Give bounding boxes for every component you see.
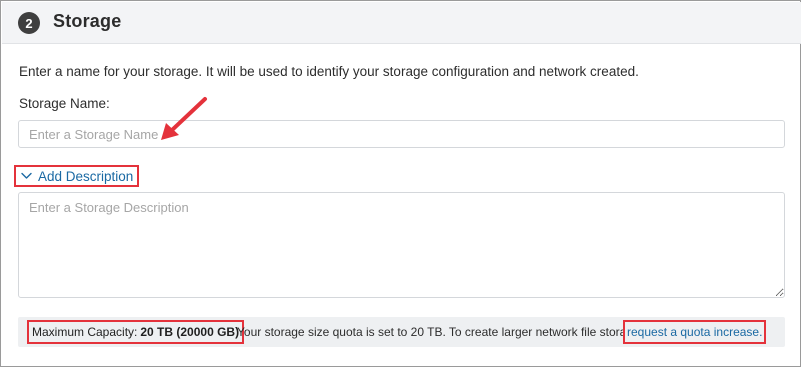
step-number-badge: 2 (18, 12, 40, 34)
storage-panel: 2 Storage Enter a name for your storage.… (0, 0, 801, 367)
quota-link-highlight: request a quota increase . (623, 320, 767, 344)
chevron-down-icon (20, 170, 32, 182)
storage-name-label: Storage Name: (19, 96, 110, 111)
maximum-capacity-value: 20 TB (20000 GB) (140, 325, 240, 339)
add-description-toggle[interactable]: Add Description (14, 165, 140, 187)
storage-description-textarea[interactable] (18, 192, 785, 298)
section-header: 2 Storage (2, 2, 801, 44)
maximum-capacity-highlight: Maximum Capacity: 20 TB (20000 GB) (27, 320, 245, 344)
storage-name-input[interactable] (18, 120, 785, 148)
pointer-arrow-icon (161, 97, 207, 140)
add-description-label: Add Description (38, 168, 134, 184)
section-title: Storage (53, 11, 122, 31)
quota-message: Your storage size quota is set to 20 TB.… (237, 325, 644, 339)
maximum-capacity-label: Maximum Capacity: (32, 325, 138, 339)
intro-text: Enter a name for your storage. It will b… (19, 64, 639, 79)
quota-link-period: . (759, 325, 763, 339)
request-quota-increase-link[interactable]: request a quota increase (627, 325, 759, 339)
